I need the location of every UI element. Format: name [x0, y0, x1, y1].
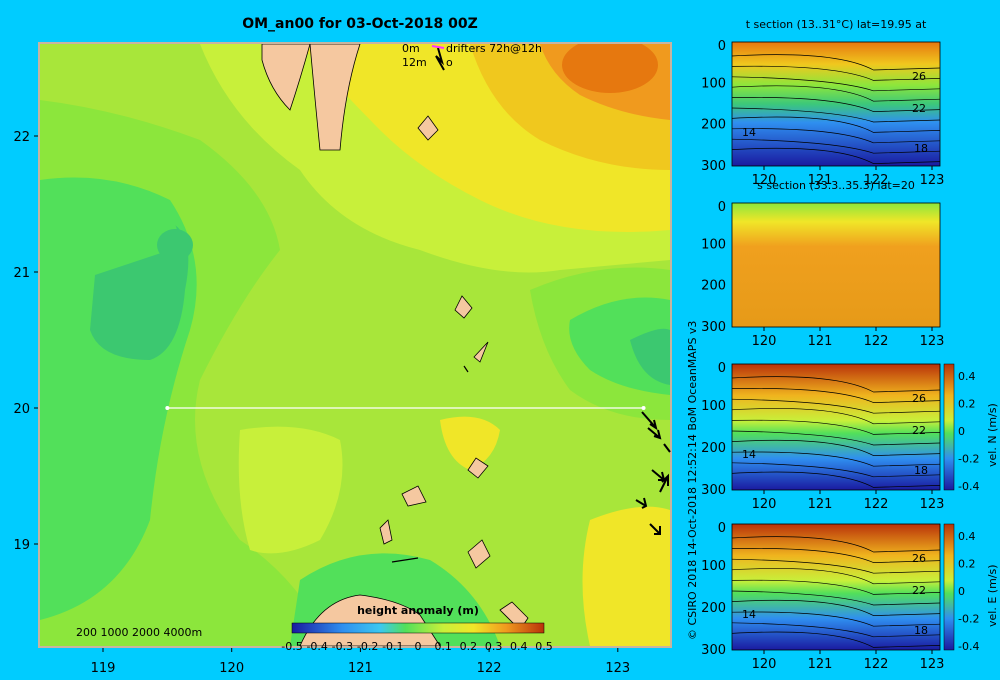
- panel-y-tick-label: 100: [701, 76, 726, 91]
- map-y-tick-label: 20: [13, 402, 30, 417]
- panel-y-tick-label: 200: [701, 279, 726, 294]
- panel-x-tick-label: 123: [920, 497, 945, 512]
- panel-colorbar-tick: -0.4: [958, 640, 979, 653]
- panel-x-tick-label: 120: [752, 657, 777, 672]
- colorbar-tick-label: 0.3: [485, 640, 503, 653]
- contour-label: 14: [742, 126, 756, 139]
- panel-colorbar-tick: 0.2: [958, 398, 976, 411]
- chart-canvas: 0m 12m drifters 72h@12h o 200 1000 2000 …: [13, 18, 999, 676]
- legend-level-0: 0m: [402, 42, 420, 55]
- panel-x-tick-label: 122: [864, 497, 889, 512]
- section-panel-3: 26 22 18 14 120 121 122 123 0 100 200 300 0.4 0.2 0 -0.…: [701, 361, 999, 512]
- panel-colorbar: [943, 363, 955, 491]
- panel-y-tick-label: 300: [701, 483, 726, 498]
- panel-colorbar-tick: 0.4: [958, 370, 976, 383]
- map-y-tick-label: 19: [13, 538, 30, 553]
- contour-label: 14: [742, 608, 756, 621]
- panel-y-tick-label: 200: [701, 441, 726, 456]
- panel-colorbar-label: vel. N (m/s): [986, 403, 999, 467]
- map-y-tick-label: 22: [13, 130, 30, 145]
- colorbar-tick-label: -0.5: [281, 640, 302, 653]
- panel-colorbar-tick: 0.2: [958, 558, 976, 571]
- colorbar-tick-label: -0.1: [382, 640, 403, 653]
- legend-drifters: drifters 72h@12h: [446, 42, 542, 55]
- panel-colorbar: [943, 523, 955, 651]
- panel-x-tick-label: 120: [752, 497, 777, 512]
- panel-y-tick-label: 0: [718, 521, 726, 536]
- panel-title: s section (33.3..35.3) lat=20: [757, 179, 915, 192]
- colorbar-tick-label: 0: [415, 640, 422, 653]
- map-x-tick-label: 122: [477, 661, 502, 676]
- panel-title: t section (13..31°C) lat=19.95 at: [746, 18, 927, 31]
- panel-y-tick-label: 100: [701, 399, 726, 414]
- panel-x-tick-label: 121: [808, 497, 833, 512]
- panel-colorbar-tick: 0.4: [958, 530, 976, 543]
- panel-y-tick-label: 0: [718, 361, 726, 376]
- map-x-tick-label: 120: [219, 661, 244, 676]
- panel-y-tick-label: 100: [701, 559, 726, 574]
- credit-text: © CSIRO 2018 14-Oct-2018 12:52:14 BoM Oc…: [686, 321, 699, 640]
- contour-label: 26: [912, 392, 926, 405]
- legend-marker-o: o: [446, 56, 453, 69]
- panel-y-tick-label: 200: [701, 601, 726, 616]
- panel-x-tick-label: 123: [920, 173, 945, 188]
- map-x-tick-label: 123: [605, 661, 630, 676]
- colorbar-tick-label: -0.3: [332, 640, 353, 653]
- section-panels: t section (13..31°C) lat=19.95 at 26 22 18 1…: [701, 18, 999, 672]
- colorbar-tick-label: 0.2: [460, 640, 478, 653]
- colorbar-tick-label: 0.5: [535, 640, 553, 653]
- legend-level-12: 12m: [402, 56, 427, 69]
- contour-label: 22: [912, 584, 926, 597]
- panel-colorbar-label: vel. E (m/s): [986, 564, 999, 627]
- panel-plot-area: [731, 41, 941, 167]
- panel-colorbar-tick: 0: [958, 585, 965, 598]
- colorbar-tick-label: 0.4: [510, 640, 528, 653]
- panel-x-tick-label: 122: [864, 334, 889, 349]
- contour-label: 18: [914, 142, 928, 155]
- colorbar-tick-label: 0.1: [434, 640, 452, 653]
- panel-x-tick-label: 122: [864, 657, 889, 672]
- panel-y-tick-label: 0: [718, 200, 726, 215]
- contour-label: 18: [914, 464, 928, 477]
- panel-y-tick-label: 200: [701, 118, 726, 133]
- panel-y-tick-label: 100: [701, 237, 726, 252]
- panel-x-tick-label: 123: [920, 657, 945, 672]
- panel-x-tick-label: 121: [808, 334, 833, 349]
- section-panel-4: 26 22 18 14 120 121 122 123 0 100 200 300 0.4 0.2 0 -0.…: [701, 521, 999, 672]
- section-panel-2: s section (33.3..35.3) lat=20 120 121 122 12…: [701, 179, 944, 349]
- contour-label: 14: [742, 448, 756, 461]
- section-line-start: [165, 406, 170, 410]
- contour-label: 26: [912, 552, 926, 565]
- section-line-end: [641, 406, 646, 410]
- colorbar-ticks: -0.5 -0.4 -0.3 -0.2 -0.1 0 0.1 0.2 0.3 0.4 0.5: [281, 640, 552, 653]
- panel-plot-area: [731, 523, 941, 651]
- panel-y-tick-label: 300: [701, 643, 726, 658]
- panel-x-tick-label: 123: [920, 334, 945, 349]
- colorbar-tick-label: -0.4: [306, 640, 327, 653]
- panel-y-tick-label: 300: [701, 159, 726, 174]
- panel-plot-area: [731, 202, 941, 328]
- depth-scale-label: 200 1000 2000 4000m: [76, 626, 202, 639]
- contour-label: 22: [912, 424, 926, 437]
- colorbar-title: height anomaly (m): [357, 604, 479, 617]
- map-x-tick-label: 119: [91, 661, 116, 676]
- contour-label: 26: [912, 70, 926, 83]
- map-x-tick-label: 121: [348, 661, 373, 676]
- panel-y-tick-label: 0: [718, 39, 726, 54]
- panel-colorbar-tick: -0.4: [958, 480, 979, 493]
- contour-label: 22: [912, 102, 926, 115]
- panel-colorbar-tick: 0: [958, 425, 965, 438]
- panel-colorbar-tick: -0.2: [958, 453, 979, 466]
- contour-label: 18: [914, 624, 928, 637]
- panel-plot-area: [731, 363, 941, 491]
- height-anomaly-map: [40, 44, 670, 646]
- panel-colorbar-tick: -0.2: [958, 613, 979, 626]
- panel-y-tick-label: 300: [701, 320, 726, 335]
- map-y-tick-label: 21: [13, 266, 30, 281]
- colorbar: [291, 622, 545, 634]
- section-panel-1: t section (13..31°C) lat=19.95 at 26 22 18 1…: [701, 18, 944, 188]
- panel-x-tick-label: 120: [752, 334, 777, 349]
- panel-x-tick-label: 121: [808, 657, 833, 672]
